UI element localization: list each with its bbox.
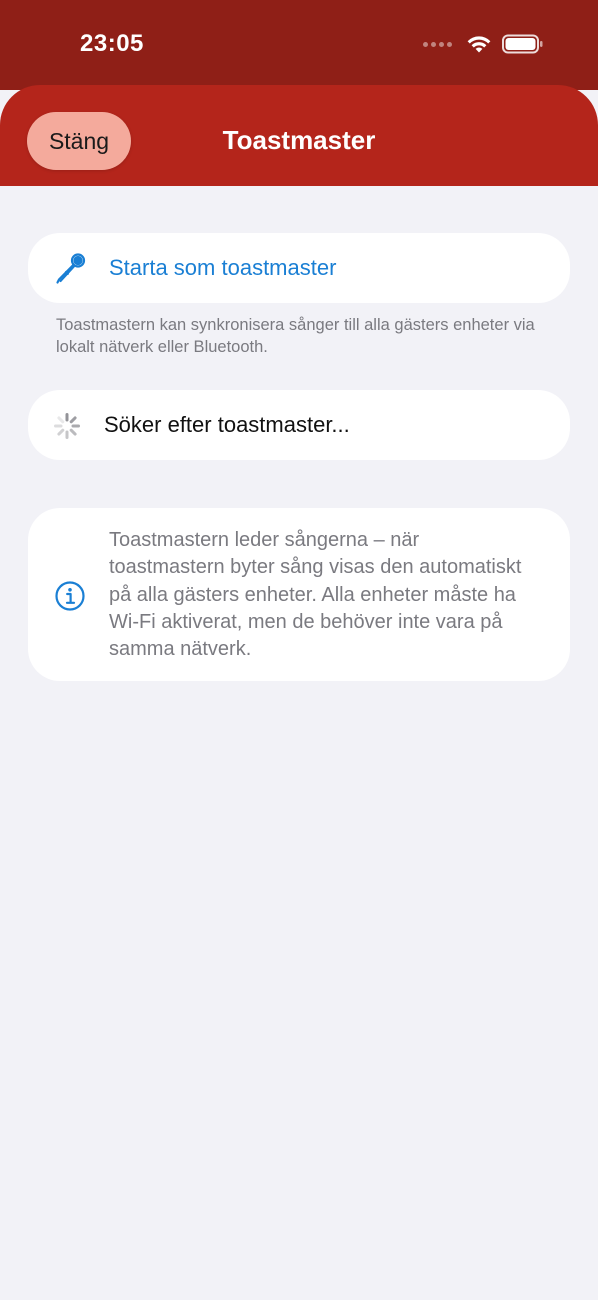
status-icons <box>423 33 544 55</box>
microphone-icon <box>56 253 86 284</box>
wifi-icon <box>467 36 491 53</box>
page-title: Toastmaster <box>222 125 376 155</box>
info-icon <box>55 581 85 611</box>
sheet-header: Stäng Toastmaster <box>0 85 598 186</box>
status-time: 23:05 <box>80 30 144 57</box>
cellular-signal-icon <box>423 41 452 47</box>
status-bar: 23:05 <box>0 0 598 90</box>
searching-row: Söker efter toastmaster... <box>28 390 570 460</box>
screen: 23:05 Stäng Toastmaster Starta som toast… <box>0 0 598 1300</box>
searching-label: Söker efter toastmaster... <box>104 412 350 437</box>
info-card: Toastmastern leder sångerna – när toastm… <box>28 508 570 681</box>
start-as-toastmaster-label: Starta som toastmaster <box>109 255 337 280</box>
info-text: Toastmastern leder sångerna – när toastm… <box>109 529 522 661</box>
spinner-icon <box>54 413 80 439</box>
start-as-toastmaster-button[interactable]: Starta som toastmaster <box>28 233 570 303</box>
battery-icon <box>502 34 543 54</box>
start-footnote: Toastmastern kan synkronisera sånger til… <box>56 316 535 356</box>
